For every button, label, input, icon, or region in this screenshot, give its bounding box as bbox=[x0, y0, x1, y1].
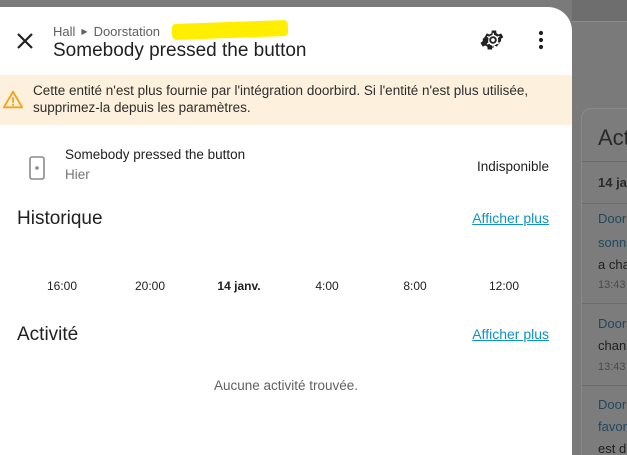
more-options-button[interactable] bbox=[528, 27, 554, 53]
axis-tick-label: 16:00 bbox=[46, 279, 78, 293]
deprecation-alert: Cette entité n'est plus fournie par l'in… bbox=[0, 75, 572, 125]
background-entry-text: chan bbox=[598, 338, 627, 353]
activity-title: Activité bbox=[17, 324, 79, 345]
axis-tick-label: 8:00 bbox=[403, 279, 427, 293]
background-card-title: Act bbox=[598, 125, 627, 150]
background-entry-time: 13:43 bbox=[598, 361, 626, 373]
background-card-date: 14 ja bbox=[598, 175, 627, 190]
gear-icon bbox=[480, 30, 504, 50]
axis-tick-label: 14 janv. bbox=[217, 279, 261, 293]
axis-tick-label: 20:00 bbox=[134, 279, 166, 293]
background-entry-text: a cha bbox=[598, 257, 627, 272]
divider bbox=[582, 161, 627, 162]
dialog-title: Somebody pressed the button bbox=[53, 40, 307, 61]
activity-empty-message: Aucune activité trouvée. bbox=[213, 378, 359, 393]
breadcrumb-device[interactable]: Doorstation bbox=[94, 24, 160, 39]
close-icon bbox=[17, 33, 33, 49]
background-toolbar bbox=[572, 0, 627, 22]
entity-name: Somebody pressed the button bbox=[65, 147, 246, 162]
background-entry-link: Door bbox=[598, 211, 627, 226]
chevron-right-icon: ▶ bbox=[81, 27, 88, 36]
alert-triangle-icon bbox=[2, 90, 24, 109]
background-entry-text: est d bbox=[598, 441, 627, 455]
background-entry-link: sonn bbox=[598, 235, 627, 250]
divider bbox=[582, 203, 627, 204]
divider bbox=[582, 303, 627, 304]
redaction-mark bbox=[171, 19, 289, 41]
doorbell-icon bbox=[29, 156, 45, 180]
breadcrumb: Hall ▶ Doorstation bbox=[53, 24, 160, 39]
close-button[interactable] bbox=[10, 26, 40, 56]
axis-tick-label: 12:00 bbox=[488, 279, 520, 293]
background-entry-link: Door bbox=[598, 316, 627, 331]
entity-row: Somebody pressed the button Hier Indispo… bbox=[0, 143, 572, 191]
entity-last-changed: Hier bbox=[65, 167, 90, 182]
history-show-more-link[interactable]: Afficher plus bbox=[472, 210, 549, 226]
background-entry-link: Door bbox=[598, 397, 627, 412]
breadcrumb-area[interactable]: Hall bbox=[53, 24, 75, 39]
alert-text: Cette entité n'est plus fournie par l'in… bbox=[33, 83, 529, 115]
background-entry-link: favor bbox=[598, 419, 627, 434]
dialog-header: Hall ▶ Doorstation Somebody pressed the … bbox=[0, 7, 572, 73]
background-activity-card: Act 14 ja Door sonn a cha 13:43 Door cha… bbox=[581, 108, 627, 455]
settings-button[interactable] bbox=[480, 27, 506, 53]
history-title: Historique bbox=[17, 208, 103, 229]
dots-vertical-icon bbox=[538, 30, 544, 50]
background-entry-time: 13:43 bbox=[598, 279, 626, 291]
more-info-dialog: Hall ▶ Doorstation Somebody pressed the … bbox=[0, 7, 572, 455]
activity-show-more-link[interactable]: Afficher plus bbox=[472, 326, 549, 342]
divider bbox=[582, 385, 627, 386]
axis-tick-label: 4:00 bbox=[315, 279, 339, 293]
entity-state: Indisponible bbox=[476, 159, 549, 174]
